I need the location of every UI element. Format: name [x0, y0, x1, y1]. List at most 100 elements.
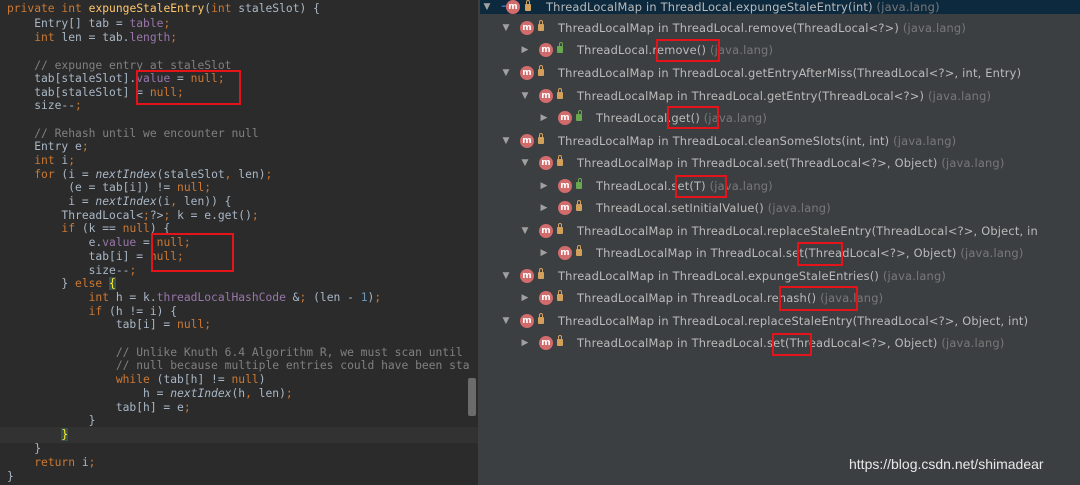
method-icon: m: [539, 336, 553, 350]
package-label: (java.lang): [816, 291, 884, 305]
method-icon: m: [520, 134, 534, 148]
lock-icon: [538, 65, 544, 76]
call-hierarchy-tree[interactable]: ▼⇥mThreadLocalMap in ThreadLocal.expunge…: [480, 0, 1080, 485]
expand-arrow-icon[interactable]: ▼: [501, 265, 511, 287]
hierarchy-row-label: ThreadLocalMap in ThreadLocal.set(Thread…: [577, 156, 1005, 170]
code-line: int len = tab.length;: [34, 31, 178, 44]
hierarchy-row-label: ThreadLocalMap in ThreadLocal.getEntry(T…: [577, 89, 992, 103]
expand-arrow-icon[interactable]: ▼: [520, 220, 530, 242]
lock-icon: [557, 335, 563, 346]
hierarchy-row-label: ThreadLocalMap in ThreadLocal.rehash() (…: [577, 291, 884, 305]
collapse-arrow-icon[interactable]: ▶: [539, 242, 549, 264]
package-label: (java.lang): [937, 156, 1005, 170]
method-icon: m: [539, 43, 553, 57]
lock-icon: [557, 223, 563, 234]
expand-arrow-icon[interactable]: ▼: [501, 130, 511, 152]
unlock-icon: [576, 178, 582, 189]
method-icon: m: [558, 246, 572, 260]
expand-arrow-icon[interactable]: ▼: [501, 62, 511, 84]
package-label: (java.lang): [879, 269, 947, 283]
unlock-icon: [557, 42, 563, 53]
code-line: tab[i] = null;: [7, 318, 212, 331]
package-label: (java.lang): [937, 336, 1005, 350]
lock-icon: [525, 0, 531, 11]
hierarchy-row-label: ThreadLocalMap in ThreadLocal.expungeSta…: [558, 269, 947, 283]
hierarchy-row-label: ThreadLocalMap in ThreadLocal.replaceSta…: [577, 224, 1038, 238]
hierarchy-row[interactable]: ▼ m ThreadLocalMap in ThreadLocal.cleanSom…: [480, 130, 1080, 152]
hierarchy-row-label: ThreadLocalMap in ThreadLocal.cleanSomeS…: [558, 134, 957, 148]
code-line: size--;: [7, 99, 82, 112]
hierarchy-row[interactable]: ▼ m ThreadLocalMap in ThreadLocal.replaceS…: [480, 220, 1080, 242]
hierarchy-row[interactable]: ▶ m ThreadLocal.remove() (java.lang): [480, 39, 1080, 61]
method-icon: m: [539, 224, 553, 238]
method-icon: m: [539, 291, 553, 305]
hierarchy-row-label: ThreadLocalMap in ThreadLocal.set(Thread…: [596, 246, 1024, 260]
hierarchy-row[interactable]: ▼ m ThreadLocalMap in ThreadLocal.remove(T…: [480, 17, 1080, 39]
expand-arrow-icon[interactable]: ▼: [501, 17, 511, 39]
method-icon: m: [520, 269, 534, 283]
lock-icon: [557, 155, 563, 166]
lock-icon: [538, 313, 544, 324]
code-line: return i;: [34, 456, 96, 469]
collapse-arrow-icon[interactable]: ▶: [539, 175, 549, 197]
hierarchy-row[interactable]: ▼ m ThreadLocalMap in ThreadLocal.set(Thre…: [480, 152, 1080, 174]
collapse-arrow-icon[interactable]: ▶: [520, 332, 530, 354]
package-label: (java.lang): [924, 89, 992, 103]
hierarchy-row[interactable]: ▶ m ThreadLocalMap in ThreadLocal.set(Thre…: [480, 242, 1080, 264]
package-label: (java.lang): [889, 134, 957, 148]
method-icon: m: [558, 111, 572, 125]
hierarchy-row[interactable]: ▼ m ThreadLocalMap in ThreadLocal.expungeS…: [480, 265, 1080, 287]
package-label: (java.lang): [872, 0, 940, 14]
hierarchy-row[interactable]: ▼⇥mThreadLocalMap in ThreadLocal.expunge…: [480, 0, 1080, 14]
hierarchy-row-label: ThreadLocal.setInitialValue() (java.lang…: [596, 201, 831, 215]
method-icon: m: [506, 0, 520, 14]
hierarchy-row-label: ThreadLocalMap in ThreadLocal.replaceSta…: [558, 314, 1029, 328]
method-icon: m: [558, 201, 572, 215]
collapse-arrow-icon[interactable]: ▶: [539, 107, 549, 129]
expand-arrow-icon[interactable]: ▼: [520, 152, 530, 174]
hierarchy-row-label: ThreadLocal.remove() (java.lang): [577, 43, 774, 57]
hierarchy-row-label: ThreadLocal.get() (java.lang): [596, 111, 767, 125]
hierarchy-row[interactable]: ▶ m ThreadLocal.get() (java.lang): [480, 107, 1080, 129]
method-icon: m: [520, 314, 534, 328]
hierarchy-row-label: ThreadLocalMap in ThreadLocal.remove(Thr…: [558, 21, 967, 35]
lock-icon: [538, 268, 544, 279]
lock-icon: [576, 200, 582, 211]
package-label: (java.lang): [763, 201, 831, 215]
lock-icon: [538, 20, 544, 31]
hierarchy-row-label: ThreadLocal.set(T) (java.lang): [596, 179, 773, 193]
code-line: private int expungeStaleEntry(int staleS…: [7, 2, 320, 15]
lock-icon: [557, 290, 563, 301]
hierarchy-row[interactable]: ▶ m ThreadLocal.set(T) (java.lang): [480, 175, 1080, 197]
expand-arrow-icon[interactable]: ▼: [520, 85, 530, 107]
method-icon: m: [558, 179, 572, 193]
code-editor[interactable]: private int expungeStaleEntry(int staleS…: [0, 0, 478, 485]
watermark: https://blog.csdn.net/shimadear: [849, 456, 1044, 472]
hierarchy-row[interactable]: ▶ m ThreadLocalMap in ThreadLocal.rehash()…: [480, 287, 1080, 309]
expand-arrow-icon[interactable]: ▼: [482, 0, 492, 14]
lock-icon: [538, 133, 544, 144]
package-label: (java.lang): [705, 179, 773, 193]
expand-arrow-icon[interactable]: ▼: [501, 310, 511, 332]
unlock-icon: [576, 110, 582, 121]
package-label: (java.lang): [706, 43, 774, 57]
code-line-current: }: [0, 427, 478, 443]
method-icon: m: [539, 156, 553, 170]
hierarchy-row[interactable]: ▼ m ThreadLocalMap in ThreadLocal.replaceS…: [480, 310, 1080, 332]
hierarchy-row-label: ThreadLocalMap in ThreadLocal.set(Thread…: [577, 336, 1005, 350]
hierarchy-row[interactable]: ▼ m ThreadLocalMap in ThreadLocal.getEntry…: [480, 85, 1080, 107]
collapse-arrow-icon[interactable]: ▶: [520, 287, 530, 309]
package-label: (java.lang): [899, 21, 967, 35]
hierarchy-row[interactable]: ▶ m ThreadLocal.setInitialValue() (java.la…: [480, 197, 1080, 219]
collapse-arrow-icon[interactable]: ▶: [539, 197, 549, 219]
hierarchy-row[interactable]: ▶ m ThreadLocalMap in ThreadLocal.set(Thre…: [480, 332, 1080, 354]
lock-icon: [557, 88, 563, 99]
method-icon: m: [520, 21, 534, 35]
package-label: (java.lang): [956, 246, 1024, 260]
collapse-arrow-icon[interactable]: ▶: [520, 39, 530, 61]
method-icon: m: [520, 66, 534, 80]
hierarchy-row-label: ThreadLocalMap in ThreadLocal.expungeSta…: [546, 0, 940, 14]
editor-scrollbar[interactable]: [468, 378, 476, 416]
hierarchy-row[interactable]: ▼ m ThreadLocalMap in ThreadLocal.getEntry…: [480, 62, 1080, 84]
hierarchy-row-label: ThreadLocalMap in ThreadLocal.getEntryAf…: [558, 66, 1022, 80]
